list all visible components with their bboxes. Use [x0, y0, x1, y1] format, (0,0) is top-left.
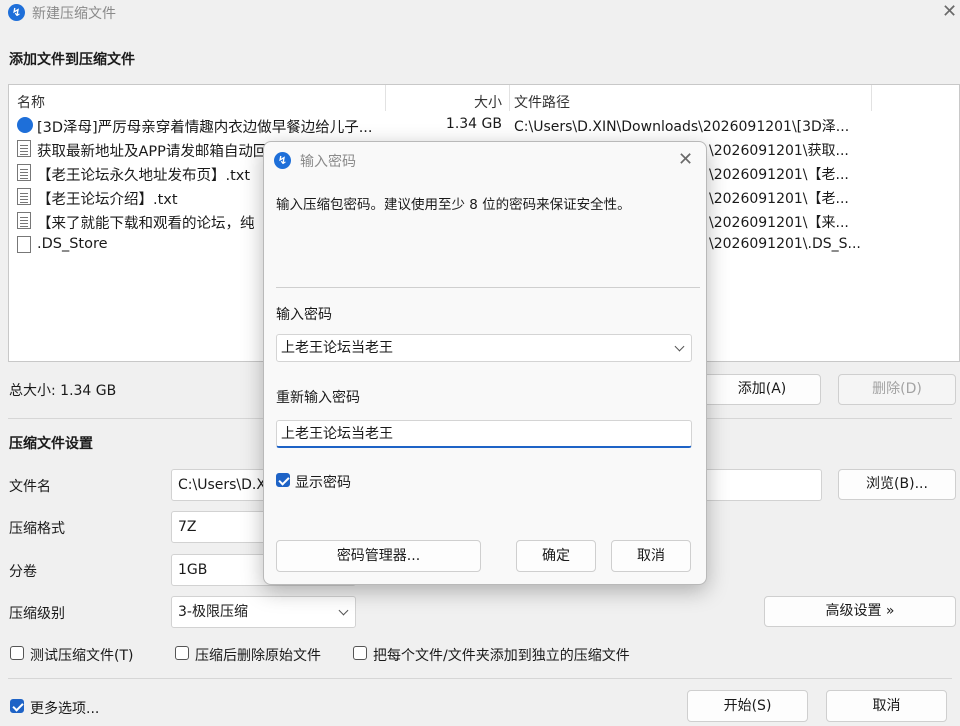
- password-manager-button[interactable]: 密码管理器...: [276, 540, 481, 572]
- dialog-title: 输入密码: [300, 154, 356, 170]
- app-file-icon: [17, 117, 33, 133]
- main-cancel-button[interactable]: 取消: [826, 690, 947, 722]
- dialog-close-icon[interactable]: ✕: [678, 151, 693, 169]
- file-name: 【老王论坛永久地址发布页】.txt: [37, 168, 251, 184]
- advanced-settings-button[interactable]: 高级设置 »: [764, 596, 956, 627]
- delete-button[interactable]: 删除(D): [838, 374, 956, 405]
- start-button[interactable]: 开始(S): [687, 690, 808, 722]
- file-path: \2026091201\.DS_S...: [709, 236, 861, 252]
- delete-after-label[interactable]: 压缩后删除原始文件: [195, 645, 321, 665]
- window-title: 新建压缩文件: [32, 6, 116, 22]
- password-label: 输入密码: [276, 307, 332, 323]
- format-select-value: 7Z: [178, 519, 197, 535]
- text-file-icon: [17, 188, 31, 205]
- file-name: .DS_Store: [37, 236, 108, 252]
- total-size-label: 总大小: 1.34 GB: [9, 383, 117, 399]
- file-path: \2026091201\获取...: [709, 143, 849, 159]
- separate-archives-label[interactable]: 把每个文件/文件夹添加到独立的压缩文件: [373, 645, 630, 665]
- column-divider[interactable]: [385, 85, 386, 111]
- level-label: 压缩级别: [9, 606, 65, 622]
- window-close-icon[interactable]: ✕: [942, 3, 957, 21]
- column-header-size[interactable]: 大小: [474, 92, 502, 112]
- test-archive-label[interactable]: 测试压缩文件(T): [30, 645, 133, 665]
- file-path: \2026091201\【老...: [709, 191, 849, 207]
- section-add-files-heading: 添加文件到压缩文件: [9, 52, 135, 68]
- level-select-value: 3-极限压缩: [178, 604, 248, 620]
- level-select[interactable]: 3-极限压缩: [171, 596, 356, 628]
- split-select-value: 1GB: [178, 562, 208, 578]
- more-options-checkbox[interactable]: [10, 699, 24, 713]
- format-label: 压缩格式: [9, 521, 65, 537]
- password-dialog: ↯ 输入密码 ✕ 输入压缩包密码。建议使用至少 8 位的密码来保证安全性。 输入…: [263, 141, 707, 585]
- divider: [8, 678, 952, 679]
- file-name: [3D泽母]严厉母亲穿着情趣内衣边做早餐边给儿子...: [37, 120, 373, 136]
- dialog-description: 输入压缩包密码。建议使用至少 8 位的密码来保证安全性。: [276, 197, 631, 213]
- chevron-down-icon: [338, 605, 349, 616]
- confirm-password-label: 重新输入密码: [276, 390, 360, 406]
- column-header-path[interactable]: 文件路径: [514, 92, 570, 112]
- text-file-icon: [17, 212, 31, 229]
- show-password-label[interactable]: 显示密码: [295, 472, 351, 492]
- text-file-icon: [17, 140, 31, 157]
- app-logo-icon: ↯: [8, 4, 25, 21]
- file-row[interactable]: [3D泽母]严厉母亲穿着情趣内衣边做早餐边给儿子... 1.34 GB C:\U…: [9, 113, 959, 137]
- blank-file-icon: [17, 236, 31, 253]
- file-name: 获取最新地址及APP请发邮箱自动回: [37, 144, 268, 160]
- test-archive-checkbox[interactable]: [10, 646, 24, 660]
- split-label: 分卷: [9, 564, 37, 580]
- settings-heading: 压缩文件设置: [9, 436, 93, 452]
- dialog-ok-button[interactable]: 确定: [516, 540, 596, 572]
- file-path: \2026091201\【来...: [709, 215, 849, 231]
- file-name: 【老王论坛介绍】.txt: [37, 192, 178, 208]
- dialog-cancel-button[interactable]: 取消: [611, 540, 691, 572]
- file-path: \2026091201\【老...: [709, 167, 849, 183]
- file-path: C:\Users\D.XIN\Downloads\2026091201\[3D泽…: [514, 119, 850, 135]
- confirm-password-input[interactable]: 上老王论坛当老王: [276, 420, 692, 448]
- browse-button[interactable]: 浏览(B)...: [838, 469, 956, 500]
- filename-label: 文件名: [9, 479, 51, 495]
- add-button[interactable]: 添加(A): [703, 374, 821, 405]
- confirm-password-value: 上老王论坛当老王: [281, 426, 393, 442]
- text-file-icon: [17, 164, 31, 181]
- dialog-divider: [276, 287, 700, 288]
- file-name: 【来了就能下载和观看的论坛，纯: [37, 216, 255, 232]
- password-input-value: 上老王论坛当老王: [281, 340, 393, 356]
- file-size: 1.34 GB: [445, 116, 502, 132]
- show-password-checkbox[interactable]: [276, 473, 290, 487]
- password-input[interactable]: 上老王论坛当老王: [276, 334, 692, 362]
- separate-archives-checkbox[interactable]: [353, 646, 367, 660]
- delete-after-checkbox[interactable]: [175, 646, 189, 660]
- column-divider[interactable]: [509, 85, 510, 111]
- chevron-down-icon[interactable]: [674, 341, 685, 352]
- dialog-app-icon: ↯: [274, 152, 291, 169]
- more-options-label[interactable]: 更多选项...: [30, 698, 99, 718]
- column-divider[interactable]: [871, 85, 872, 111]
- column-header-name[interactable]: 名称: [17, 92, 45, 112]
